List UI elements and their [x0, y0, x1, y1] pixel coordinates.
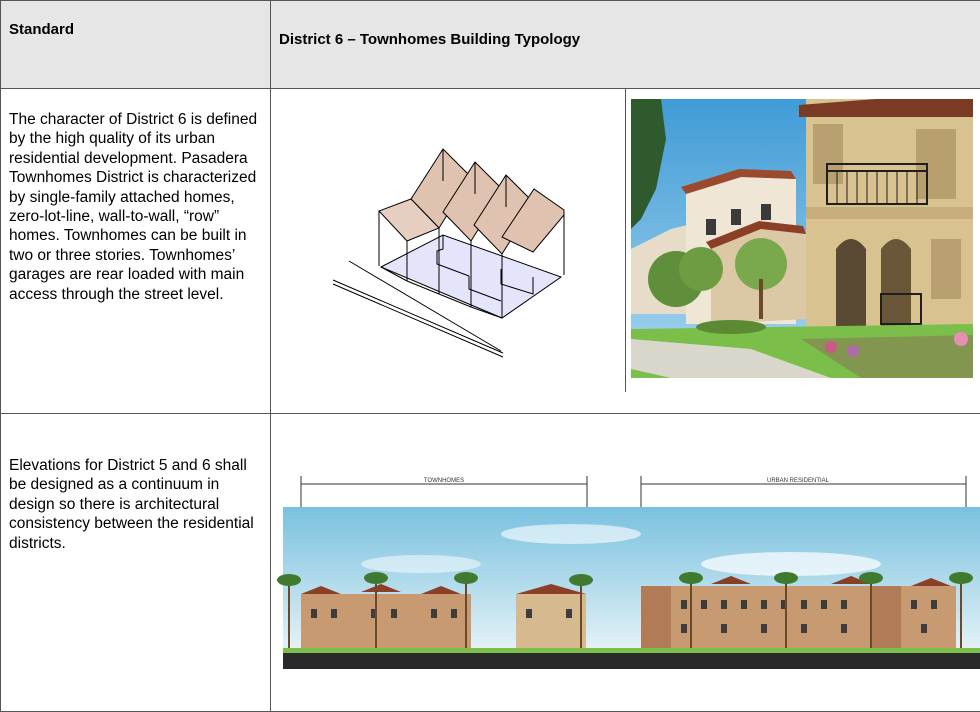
townhomes-label: TOWNHOMES: [424, 478, 464, 484]
table-header-row: Standard District 6 – Townhomes Building…: [1, 1, 980, 89]
header-standard: Standard: [1, 1, 271, 89]
isometric-diagram: [271, 89, 626, 392]
district-character-text: The character of District 6 is defined b…: [1, 89, 271, 414]
typology-images-cell: [271, 89, 980, 414]
townhomes-photo: [631, 99, 973, 378]
elevation-image-cell: TOWNHOMES URBAN RESIDENTIAL: [271, 414, 980, 712]
urban-residential-label: URBAN RESIDENTIAL: [767, 478, 830, 484]
elevations-text: Elevations for District 5 and 6 shall be…: [1, 414, 271, 712]
street-elevation-icon: TOWNHOMES URBAN RESIDENTIAL: [271, 414, 980, 669]
standards-table: Standard District 6 – Townhomes Building…: [0, 0, 980, 712]
isometric-townhome-massing-icon: [271, 89, 625, 392]
townhomes-street-photo: [631, 99, 973, 378]
header-district-typology: District 6 – Townhomes Building Typology: [271, 1, 980, 89]
table-row: Elevations for District 5 and 6 shall be…: [1, 414, 980, 712]
document-page: Standard District 6 – Townhomes Building…: [0, 0, 980, 617]
table-row: The character of District 6 is defined b…: [1, 89, 980, 414]
street-elevation-rendering: TOWNHOMES URBAN RESIDENTIAL: [271, 414, 980, 669]
